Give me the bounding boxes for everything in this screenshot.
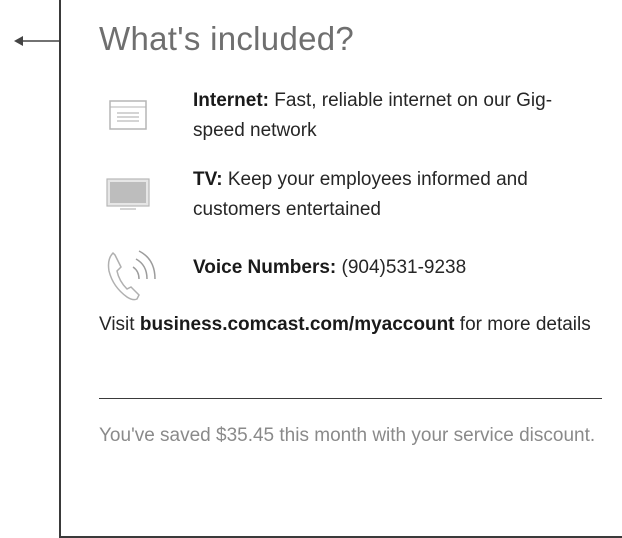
item-description: Keep your employees informed and custome… [193,169,528,220]
included-item-text: Internet: Fast, reliable internet on our… [193,86,593,146]
back-arrow-icon[interactable] [14,36,60,46]
tv-icon [106,178,150,215]
phone-icon [103,245,163,310]
included-item-text: Voice Numbers: (904)531-9238 [193,253,593,283]
included-item-text: TV: Keep your employees informed and cus… [193,165,593,225]
divider [99,398,602,399]
included-panel: What's included? Internet: Fast, reliabl… [59,0,622,538]
item-description: (904)531-9238 [341,257,467,278]
section-title: What's included? [99,20,355,57]
item-label: Internet: [193,90,269,111]
visit-text: Visit business.comcast.com/myaccount for… [99,310,599,340]
internet-icon [109,100,147,135]
visit-suffix: for more details [459,314,591,335]
item-label: Voice Numbers: [193,257,337,278]
visit-prefix: Visit [99,314,135,335]
account-link[interactable]: business.comcast.com/myaccount [140,314,455,335]
item-label: TV: [193,169,223,190]
savings-message: You've saved $35.45 this month with your… [99,425,596,446]
